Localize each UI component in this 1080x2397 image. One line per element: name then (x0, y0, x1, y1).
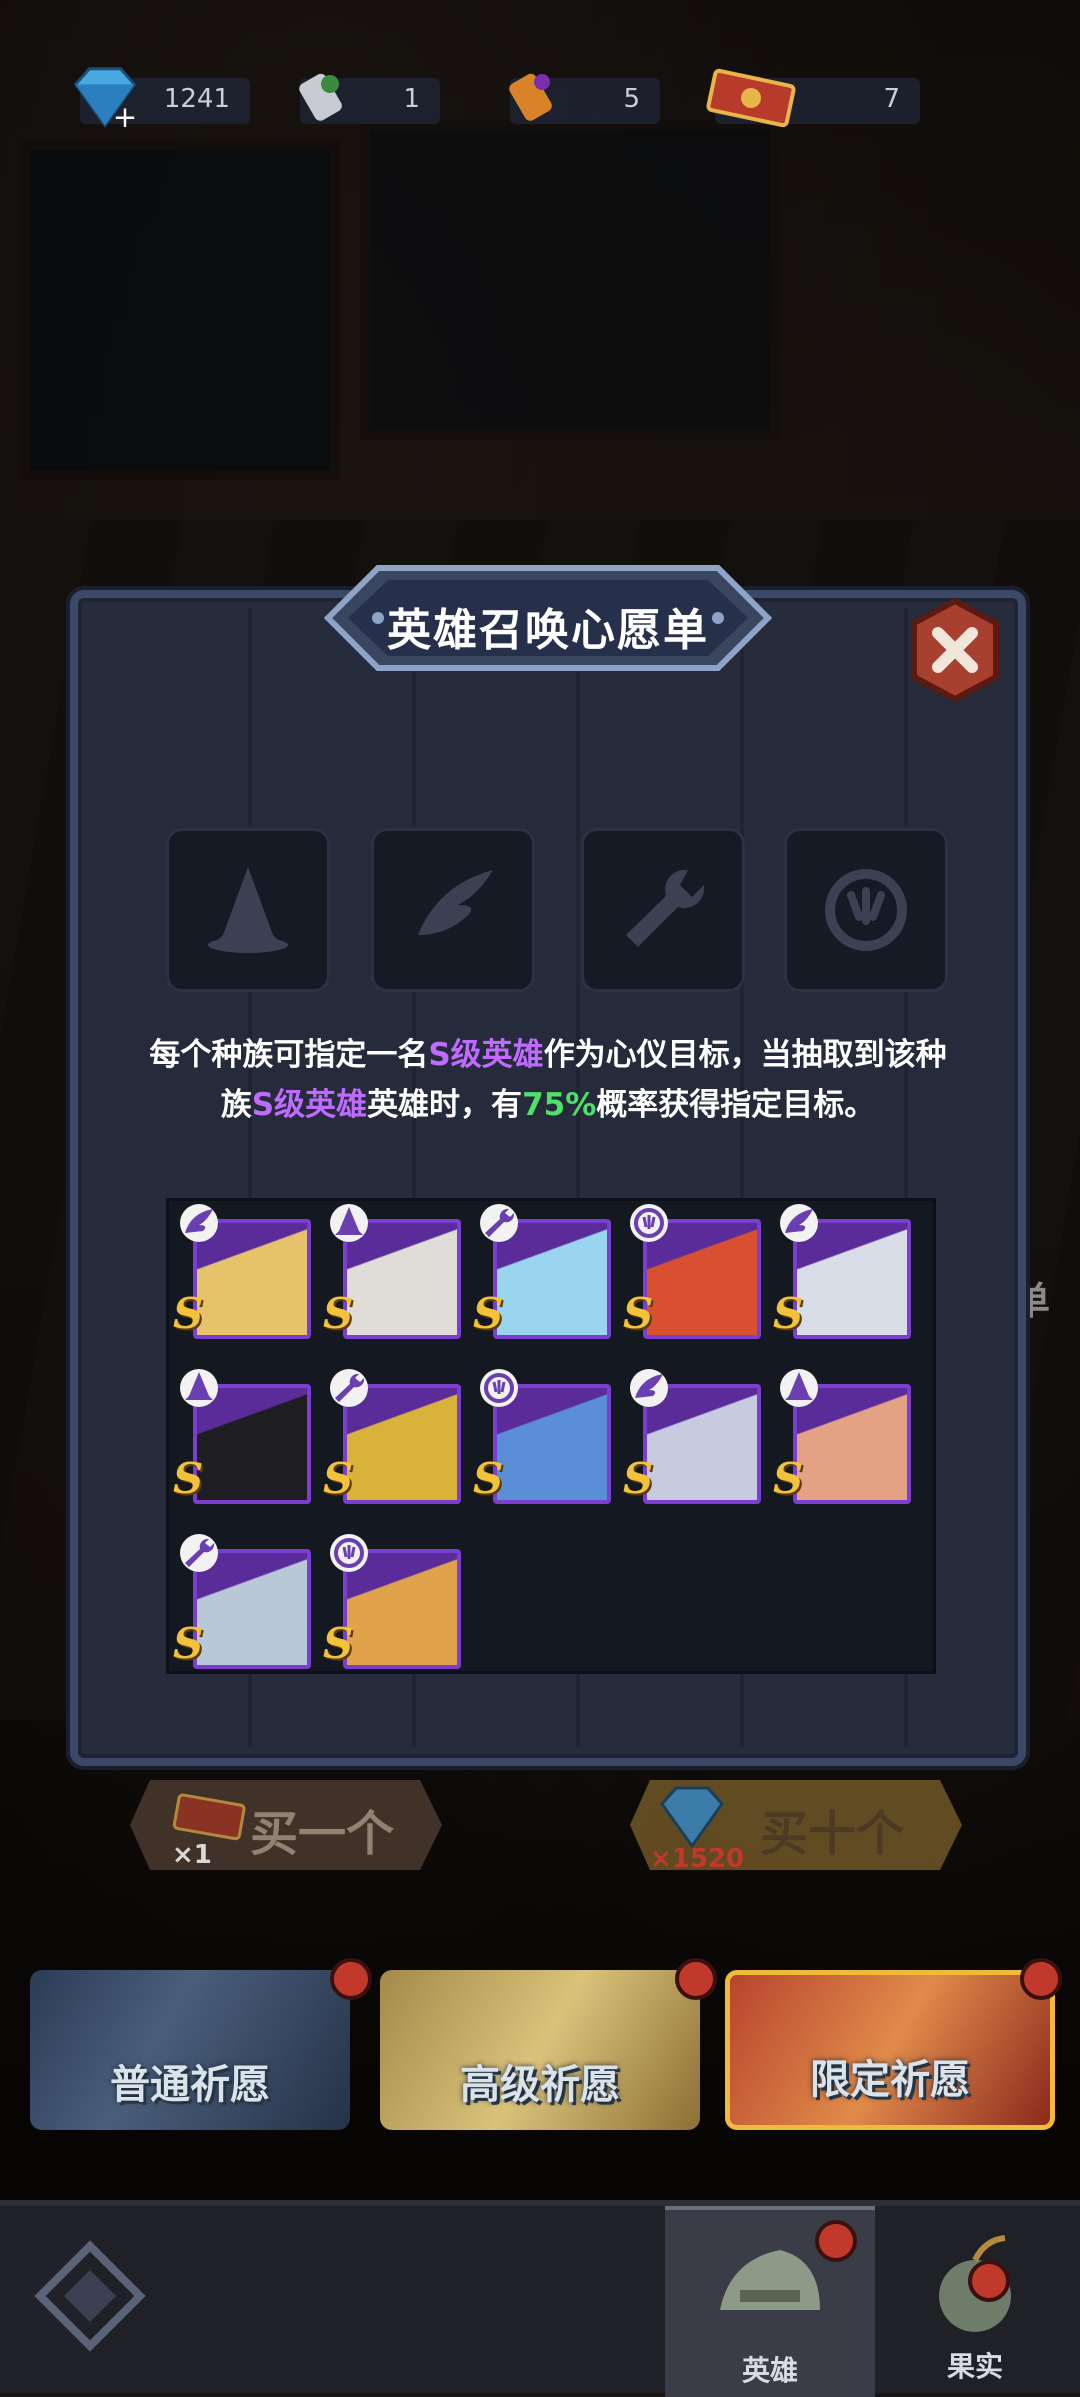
buy-one-button[interactable]: ×1 买一个 (130, 1770, 450, 1880)
resource-bar: + 1241 1 5 7 (0, 50, 1080, 150)
orange-scroll-count: 5 (623, 84, 640, 114)
resource-orange-scroll: 5 (509, 73, 660, 124)
hero-card[interactable]: S (173, 1366, 311, 1504)
banner-normal-wish[interactable]: 普通祈愿 (30, 1970, 350, 2130)
rank-badge: S (623, 1289, 654, 1338)
hero-card[interactable]: S (323, 1366, 461, 1504)
notification-badge (1020, 1958, 1062, 2000)
rank-badge: S (173, 1454, 204, 1503)
nav-fruit[interactable]: 果实 (880, 2206, 1070, 2393)
notification-badge (675, 1958, 717, 2000)
race-hat-icon (330, 1204, 368, 1242)
buy-ten-cost: ×1520 (650, 1844, 745, 1874)
race-claw-icon (630, 1204, 668, 1242)
wishlist-description: 每个种族可指定一名S级英雄作为心仪目标，当抽取到该种族S级英雄英雄时，有75%概… (149, 1037, 947, 1123)
rank-badge: S (773, 1454, 804, 1503)
banner-limited-label: 限定祈愿 (810, 2057, 970, 2103)
rank-badge: S (773, 1289, 804, 1338)
nav-hero-label: 英雄 (741, 2354, 798, 2387)
rank-badge: S (173, 1289, 204, 1338)
modal-title: 英雄召唤心愿单 (387, 605, 709, 656)
race-claw-icon (480, 1369, 518, 1407)
race-hat-icon (180, 1369, 218, 1407)
rank-badge: S (323, 1619, 354, 1668)
wing-icon (418, 870, 493, 935)
title-plate: 英雄召唤心愿单 (308, 558, 788, 678)
rank-badge: S (473, 1289, 504, 1338)
scroll-count: 1 (403, 84, 420, 114)
rank-badge: S (323, 1454, 354, 1503)
buy-one-cost: ×1 (172, 1840, 212, 1870)
rank-badge: S (323, 1289, 354, 1338)
race-wing-icon (780, 1204, 818, 1242)
resource-diamond[interactable]: + 1241 (73, 67, 250, 132)
resource-scroll: 1 (299, 73, 440, 124)
close-icon (911, 597, 999, 703)
hero-card[interactable]: S (473, 1366, 611, 1504)
nav-home[interactable] (20, 2206, 160, 2393)
hero-card[interactable]: S (323, 1201, 461, 1339)
close-button[interactable] (900, 595, 1010, 705)
notification-badge (815, 2220, 857, 2262)
wrench-icon (626, 869, 705, 947)
race-wing-icon (180, 1204, 218, 1242)
hero-grid: S S S S S S S S S S S S (166, 1198, 936, 1674)
banner-advanced-wish[interactable]: 高级祈愿 (380, 1970, 700, 2130)
resource-red-ticket: 7 (706, 68, 920, 128)
diamond-count: 1241 (163, 84, 230, 114)
buy-ten-button[interactable]: ×1520 买十个 (630, 1770, 970, 1880)
notification-badge (968, 2260, 1010, 2302)
hero-card[interactable]: S (623, 1201, 761, 1339)
banner-limited-wish[interactable]: 限定祈愿 (725, 1970, 1055, 2130)
race-wrench-icon (480, 1204, 518, 1242)
hero-card[interactable]: S (323, 1531, 461, 1669)
race-hat-icon (780, 1369, 818, 1407)
notification-badge (330, 1958, 372, 2000)
tab-race-wing[interactable] (371, 828, 535, 992)
beast-claw-icon (825, 869, 907, 951)
rank-badge: S (473, 1454, 504, 1503)
wish-banners: 普通祈愿 高级祈愿 限定祈愿 (0, 1958, 1080, 2150)
buy-ten-label: 买十个 (760, 1806, 905, 1862)
hero-card[interactable]: S (473, 1201, 611, 1339)
race-tabs (166, 828, 948, 992)
hero-card[interactable]: S (173, 1531, 311, 1669)
race-wing-icon (630, 1369, 668, 1407)
nav-fruit-label: 果实 (946, 2350, 1003, 2383)
diamond-icon: + (66, 58, 144, 136)
hero-card[interactable]: S (773, 1201, 911, 1339)
bottom-nav: 英雄 果实 (0, 2200, 1080, 2397)
banner-normal-label: 普通祈愿 (110, 2062, 270, 2108)
buy-one-label: 买一个 (250, 1806, 395, 1862)
hero-card[interactable]: S (173, 1201, 311, 1339)
ticket-count: 7 (883, 84, 900, 114)
race-wrench-icon (330, 1369, 368, 1407)
rank-badge: S (623, 1454, 654, 1503)
svg-text:+: + (113, 100, 138, 132)
wishlist-modal: 英雄召唤心愿单 每个种族可指定一名S级英雄作为心仪目标，当抽取到该种族S级英雄英… (70, 565, 1026, 1766)
red-ticket-icon (701, 58, 801, 136)
race-claw-icon (330, 1534, 368, 1572)
compass-icon (34, 2240, 146, 2352)
race-wrench-icon (180, 1534, 218, 1572)
hero-card[interactable]: S (773, 1366, 911, 1504)
banner-advanced-label: 高级祈愿 (460, 2062, 620, 2108)
tab-race-mech[interactable] (581, 828, 745, 992)
tab-race-beast[interactable] (784, 828, 948, 992)
hero-card[interactable]: S (623, 1366, 761, 1504)
scroll-ticket-icon (286, 58, 364, 136)
orange-scroll-icon (496, 58, 574, 136)
nav-hero[interactable]: 英雄 (665, 2206, 875, 2397)
wizard-hat-icon (208, 867, 288, 953)
tab-race-mage[interactable] (166, 828, 330, 992)
rank-badge: S (173, 1619, 204, 1668)
